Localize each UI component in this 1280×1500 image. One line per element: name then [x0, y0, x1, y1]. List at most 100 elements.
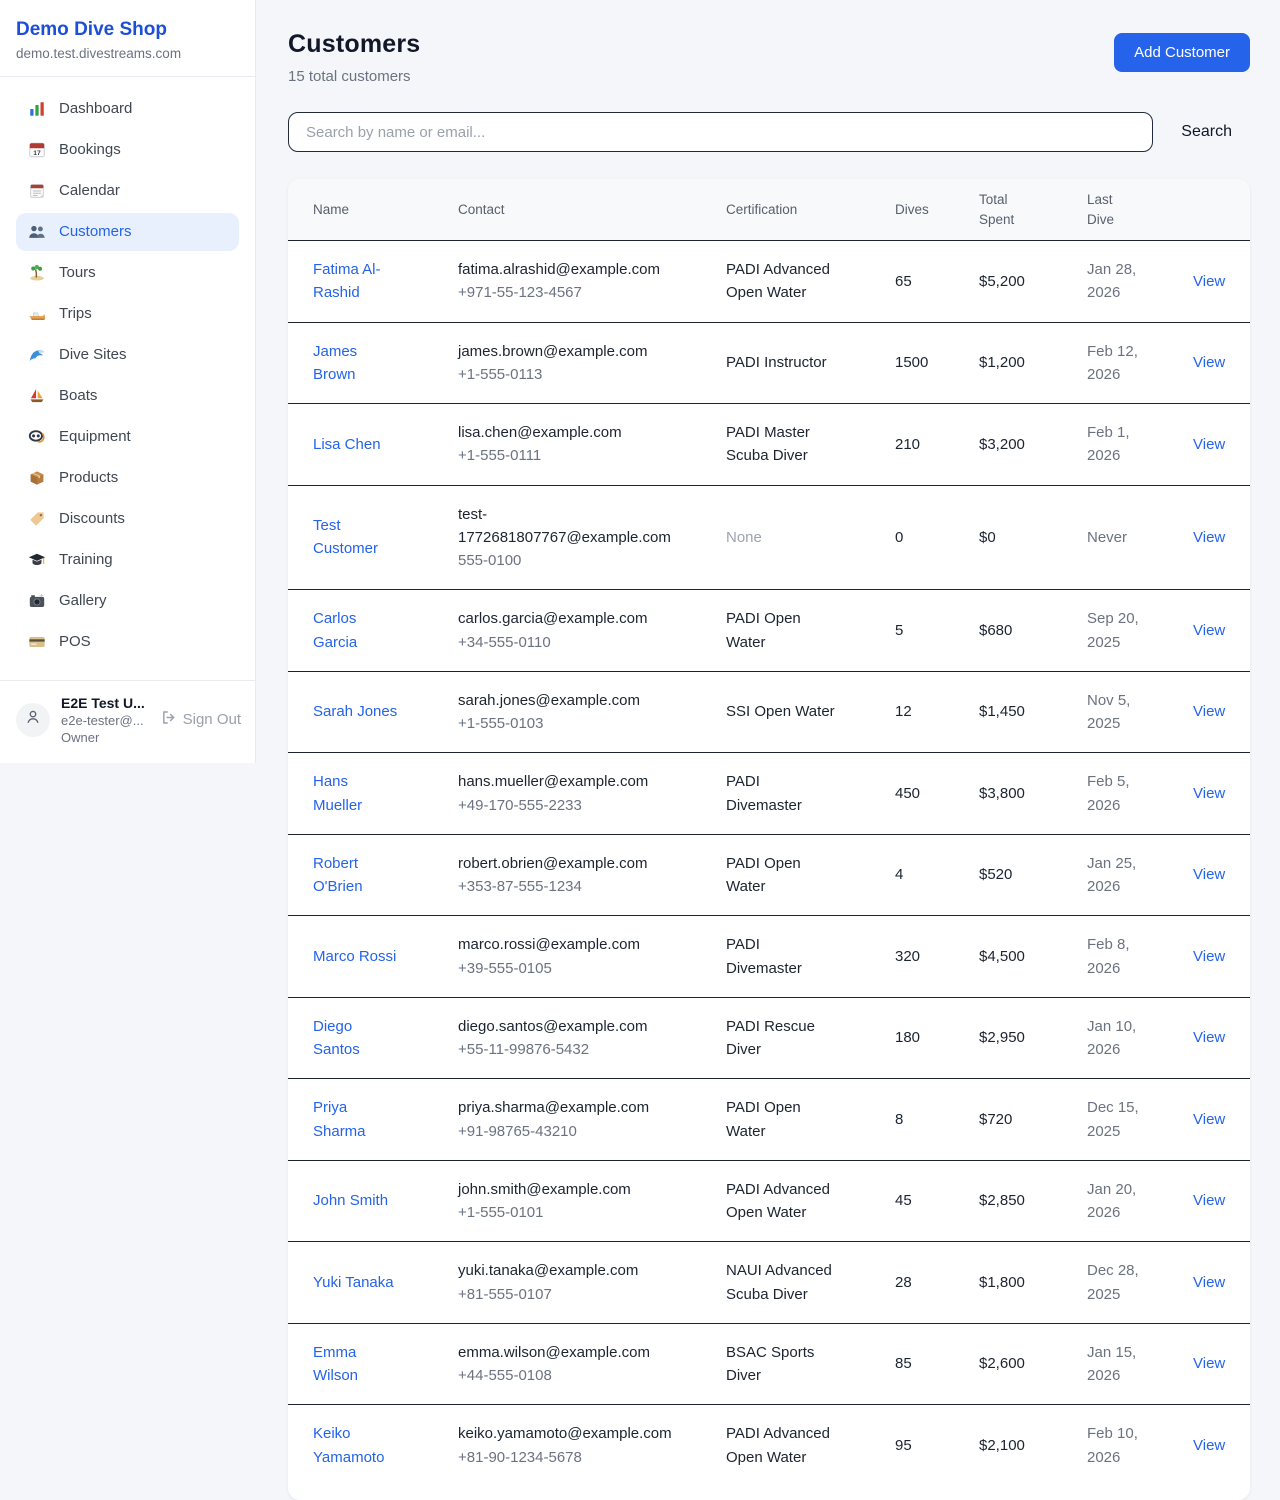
certification-cell: PADI Master Scuba Diver [726, 421, 895, 468]
customer-email: emma.wilson@example.com [458, 1341, 673, 1364]
table-row: Sarah Jones sarah.jones@example.com +1-5… [288, 672, 1250, 754]
customer-name-link[interactable]: Test Customer [313, 514, 401, 561]
customer-name-cell: Keiko Yamamoto [313, 1422, 458, 1469]
view-link[interactable]: View [1193, 1111, 1225, 1128]
search-input[interactable] [288, 112, 1153, 152]
customer-name-link[interactable]: Marco Rossi [313, 945, 396, 968]
total-spent-cell: $4,500 [979, 945, 1087, 968]
customer-name-link[interactable]: Emma Wilson [313, 1341, 401, 1388]
total-spent-cell: $2,950 [979, 1026, 1087, 1049]
certification-value: PADI Advanced Open Water [726, 1422, 838, 1469]
dive-sites-icon [28, 346, 46, 364]
customer-name-link[interactable]: Sarah Jones [313, 700, 397, 723]
view-link[interactable]: View [1193, 1274, 1225, 1291]
customer-name-cell: Hans Mueller [313, 770, 458, 817]
certification-cell: BSAC Sports Diver [726, 1341, 895, 1388]
total-spent-cell: $520 [979, 863, 1087, 886]
customer-name-link[interactable]: John Smith [313, 1189, 388, 1212]
last-dive-cell: Feb 10, 2026 [1087, 1422, 1193, 1469]
user-icon [24, 708, 42, 731]
actions-cell: View [1193, 1189, 1237, 1212]
table-header-row: NameContactCertificationDivesTotal Spent… [288, 179, 1250, 241]
sidebar-item-label: Discounts [59, 510, 125, 527]
table-row: Lisa Chen lisa.chen@example.com +1-555-0… [288, 404, 1250, 486]
customer-name-cell: Priya Sharma [313, 1096, 458, 1143]
view-link[interactable]: View [1193, 1437, 1225, 1454]
last-dive-value: Feb 12, 2026 [1087, 340, 1149, 387]
sidebar-item-label: Bookings [59, 141, 121, 158]
page-header: Customers 15 total customers Add Custome… [288, 30, 1250, 85]
customer-email: fatima.alrashid@example.com [458, 258, 673, 281]
sidebar-item-bookings[interactable]: 17 Bookings [16, 131, 239, 169]
sidebar-item-label: Calendar [59, 182, 120, 199]
contact-cell: diego.santos@example.com +55-11-99876-54… [458, 1015, 726, 1062]
search-button[interactable]: Search [1181, 123, 1232, 141]
sidebar-item-products[interactable]: Products [16, 459, 239, 497]
customer-name-link[interactable]: James Brown [313, 340, 401, 387]
actions-cell: View [1193, 1108, 1237, 1131]
sidebar-item-discounts[interactable]: Discounts [16, 500, 239, 538]
table-row: Yuki Tanaka yuki.tanaka@example.com +81-… [288, 1242, 1250, 1324]
view-link[interactable]: View [1193, 1029, 1225, 1046]
customer-name-link[interactable]: Keiko Yamamoto [313, 1422, 401, 1469]
sidebar-item-trips[interactable]: Trips [16, 295, 239, 333]
svg-text:17: 17 [33, 150, 41, 157]
customer-name-link[interactable]: Yuki Tanaka [313, 1271, 394, 1294]
customer-name-link[interactable]: Carlos Garcia [313, 607, 401, 654]
view-link[interactable]: View [1193, 948, 1225, 965]
certification-value: PADI Open Water [726, 1096, 838, 1143]
add-customer-button[interactable]: Add Customer [1114, 33, 1250, 72]
sidebar-item-gallery[interactable]: Gallery [16, 582, 239, 620]
sidebar-item-boats[interactable]: Boats [16, 377, 239, 415]
customer-phone: +1-555-0101 [458, 1201, 714, 1224]
last-dive-value: Feb 10, 2026 [1087, 1422, 1149, 1469]
dives-cell: 4 [895, 863, 979, 886]
customer-name-link[interactable]: Hans Mueller [313, 770, 401, 817]
main-content: Customers 15 total customers Add Custome… [256, 0, 1280, 1500]
column-header-contact: Contact [458, 200, 726, 220]
certification-value: NAUI Advanced Scuba Diver [726, 1259, 838, 1306]
table-row: John Smith john.smith@example.com +1-555… [288, 1161, 1250, 1243]
view-link[interactable]: View [1193, 622, 1225, 639]
view-link[interactable]: View [1193, 1355, 1225, 1372]
view-link[interactable]: View [1193, 436, 1225, 453]
column-header-name: Name [313, 200, 458, 220]
customer-name-link[interactable]: Fatima Al-Rashid [313, 258, 401, 305]
view-link[interactable]: View [1193, 785, 1225, 802]
customer-email: test-1772681807767@example.com [458, 503, 673, 550]
view-link[interactable]: View [1193, 703, 1225, 720]
view-link[interactable]: View [1193, 866, 1225, 883]
customer-phone: +971-55-123-4567 [458, 281, 714, 304]
view-link[interactable]: View [1193, 1192, 1225, 1209]
last-dive-cell: Sep 20, 2025 [1087, 607, 1193, 654]
sidebar-item-training[interactable]: Training [16, 541, 239, 579]
dives-cell: 0 [895, 526, 979, 549]
last-dive-cell: Feb 8, 2026 [1087, 933, 1193, 980]
search-row: Search [288, 112, 1250, 152]
sidebar-item-equipment[interactable]: Equipment [16, 418, 239, 456]
sign-out-button[interactable]: Sign Out [160, 709, 241, 730]
page-title-block: Customers 15 total customers [288, 30, 420, 85]
sidebar-item-calendar[interactable]: Calendar [16, 172, 239, 210]
customer-name-link[interactable]: Diego Santos [313, 1015, 401, 1062]
sidebar-item-dashboard[interactable]: Dashboard [16, 90, 239, 128]
tours-icon [28, 264, 46, 282]
sidebar-item-tours[interactable]: Tours [16, 254, 239, 292]
sidebar-item-pos[interactable]: POS [16, 623, 239, 661]
view-link[interactable]: View [1193, 354, 1225, 371]
actions-cell: View [1193, 1271, 1237, 1294]
certification-cell: NAUI Advanced Scuba Diver [726, 1259, 895, 1306]
sidebar-item-customers[interactable]: Customers [16, 213, 239, 251]
customer-name-link[interactable]: Lisa Chen [313, 433, 381, 456]
customer-name-link[interactable]: Priya Sharma [313, 1096, 401, 1143]
last-dive-value: Jan 15, 2026 [1087, 1341, 1149, 1388]
contact-cell: yuki.tanaka@example.com +81-555-0107 [458, 1259, 726, 1306]
customer-name-link[interactable]: Robert O'Brien [313, 852, 401, 899]
view-link[interactable]: View [1193, 273, 1225, 290]
certification-value: PADI Rescue Diver [726, 1015, 838, 1062]
sidebar-item-dive-sites[interactable]: Dive Sites [16, 336, 239, 374]
certification-value: SSI Open Water [726, 700, 838, 723]
sidebar-item-label: Gallery [59, 592, 107, 609]
customer-email: marco.rossi@example.com [458, 933, 673, 956]
view-link[interactable]: View [1193, 529, 1225, 546]
